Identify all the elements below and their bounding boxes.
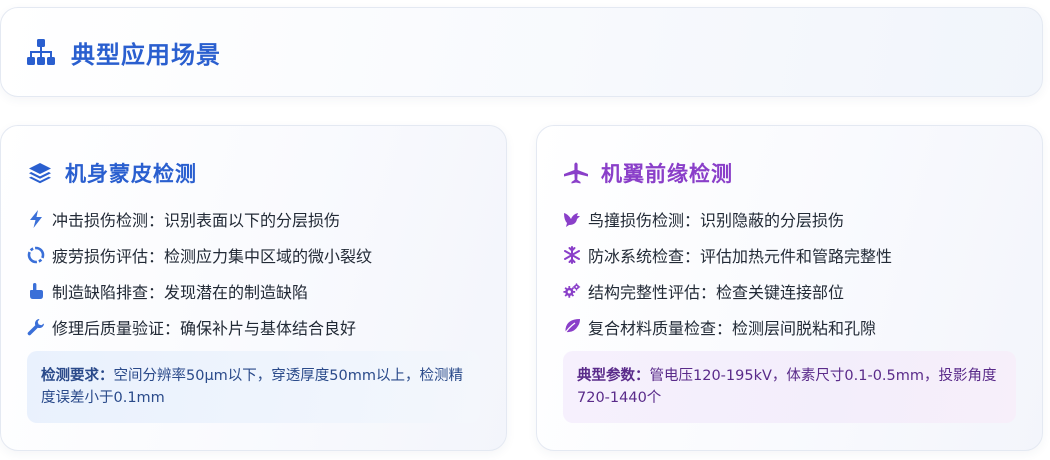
list-item: 疲劳损伤评估：检测应力集中区域的微小裂纹 (27, 237, 372, 273)
page: 典型应用场景 机身蒙皮检测 冲击损伤检测：识别表面以下的分层损伤 疲劳损伤评估：… (0, 0, 1050, 460)
item-text: 修理后质量验证：确保补片与基体结合良好 (52, 319, 357, 338)
note-label: 典型参数： (577, 368, 650, 384)
item-text: 冲击损伤检测：识别表面以下的分层损伤 (52, 211, 341, 230)
wrench-icon (27, 318, 45, 336)
plane-icon (564, 162, 588, 184)
item-list: 冲击损伤检测：识别表面以下的分层损伤 疲劳损伤评估：检测应力集中区域的微小裂纹 (27, 201, 372, 345)
item-text: 疲劳损伤评估：检测应力集中区域的微小裂纹 (52, 247, 373, 266)
hand-point-icon (27, 282, 45, 300)
layers-icon (28, 162, 52, 184)
sitemap-icon (25, 38, 57, 66)
item-text: 制造缺陷排查：发现潜在的制造缺陷 (52, 283, 309, 302)
card-title: 机翼前缘检测 (601, 162, 733, 186)
dove-icon (563, 210, 581, 228)
card-fuselage-skin: 机身蒙皮检测 冲击损伤检测：识别表面以下的分层损伤 疲劳损伤评估：检测应力集中区… (0, 125, 507, 451)
card-wing-leading-edge: 机翼前缘检测 鸟撞损伤检测：识别隐蔽的分层损伤 防冰系统检查：评估加热元件和管路… (536, 125, 1043, 451)
item-text: 鸟撞损伤检测：识别隐蔽的分层损伤 (588, 211, 845, 230)
recycle-icon (27, 246, 45, 264)
item-text: 复合材料质量检查：检测层间脱粘和孔隙 (588, 319, 877, 338)
snowflake-icon (563, 246, 581, 264)
card-title: 机身蒙皮检测 (65, 162, 197, 186)
list-item: 结构完整性评估：检查关键连接部位 (563, 273, 892, 309)
item-text: 结构完整性评估：检查关键连接部位 (588, 283, 845, 302)
bolt-icon (27, 210, 45, 228)
parameters-note: 典型参数：管电压120-195kV，体素尺寸0.1-0.5mm，投影角度720-… (563, 351, 1016, 423)
leaf-icon (563, 318, 581, 336)
page-title: 典型应用场景 (71, 40, 221, 69)
list-item: 鸟撞损伤检测：识别隐蔽的分层损伤 (563, 201, 892, 237)
item-text: 防冰系统检查：评估加热元件和管路完整性 (588, 247, 893, 266)
gears-icon (563, 282, 581, 300)
list-item: 防冰系统检查：评估加热元件和管路完整性 (563, 237, 892, 273)
list-item: 修理后质量验证：确保补片与基体结合良好 (27, 309, 372, 345)
list-item: 冲击损伤检测：识别表面以下的分层损伤 (27, 201, 372, 237)
item-list: 鸟撞损伤检测：识别隐蔽的分层损伤 防冰系统检查：评估加热元件和管路完整性 结构完… (563, 201, 892, 345)
card-header: 机翼前缘检测 (564, 158, 733, 188)
list-item: 制造缺陷排查：发现潜在的制造缺陷 (27, 273, 372, 309)
list-item: 复合材料质量检查：检测层间脱粘和孔隙 (563, 309, 892, 345)
requirement-note: 检测要求：空间分辨率50μm以下，穿透厚度50mm以上，检测精度误差小于0.1m… (27, 351, 480, 423)
note-label: 检测要求： (41, 368, 114, 384)
card-header: 机身蒙皮检测 (28, 158, 197, 188)
header-card: 典型应用场景 (0, 7, 1043, 97)
